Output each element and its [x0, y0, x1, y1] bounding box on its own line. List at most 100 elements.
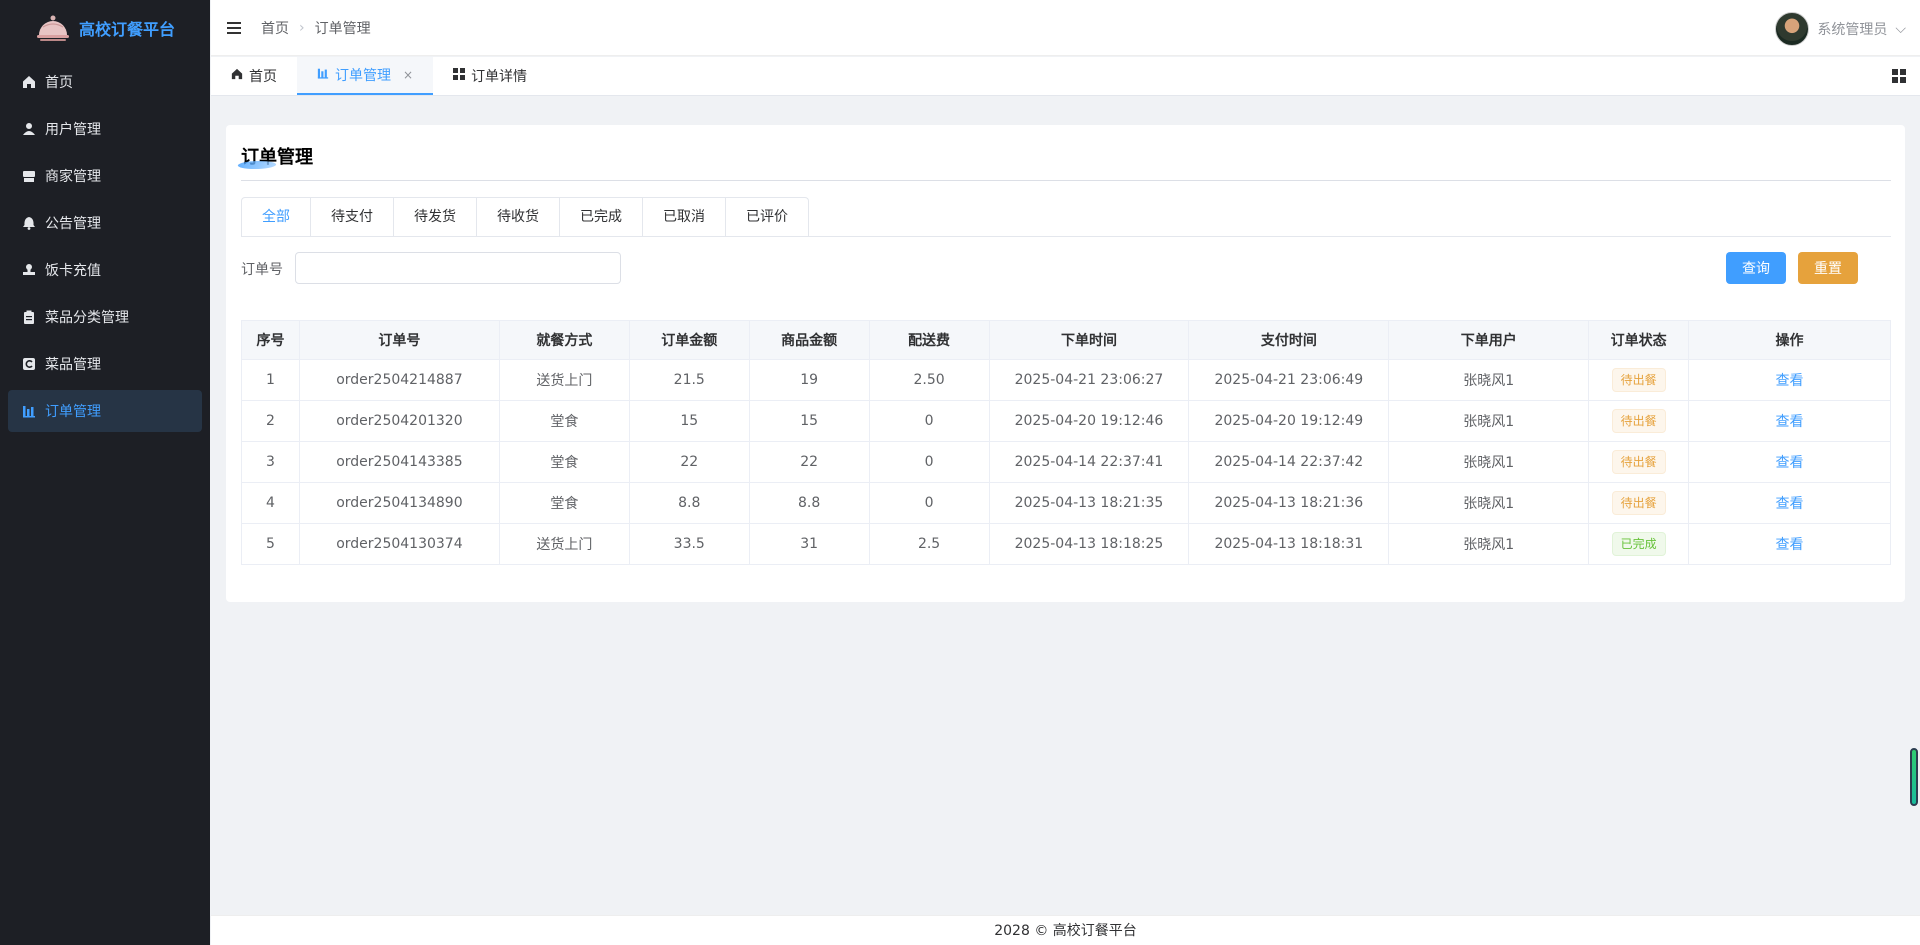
floating-scroll-handle[interactable] [1910, 748, 1918, 806]
order-number-input[interactable] [295, 252, 621, 284]
cell-order-time: 2025-04-14 22:37:41 [988, 441, 1190, 483]
table-row: 4 order2504134890 堂食 8.8 8.8 0 2025-04-1… [241, 482, 1891, 524]
logo[interactable]: 高校订餐平台 [0, 0, 210, 56]
view-link[interactable]: 查看 [1776, 537, 1804, 553]
breadcrumb-current: 订单管理 [314, 20, 371, 37]
grid-icon [453, 68, 466, 84]
cell-order-amount: 22 [628, 441, 750, 483]
cell-order-number: order2504130374 [298, 523, 500, 565]
divider [241, 180, 1891, 181]
sidebar-item-users[interactable]: 用户管理 [8, 108, 202, 150]
home-icon [231, 68, 243, 84]
order-number-label: 订单号 [241, 262, 283, 278]
cell-delivery-fee: 0 [868, 441, 990, 483]
view-link[interactable]: 查看 [1776, 414, 1804, 430]
sidebar-item-label: 用户管理 [45, 122, 101, 138]
chevron-right-icon: › [299, 19, 305, 36]
cell-delivery-fee: 0 [868, 482, 990, 524]
query-button[interactable]: 查询 [1726, 252, 1786, 284]
sidebar: 高校订餐平台 首页 用户管理 商家管理 公告管理 饭卡充值 菜品分类管理 菜品管… [0, 0, 210, 945]
cell-pay-time: 2025-04-13 18:21:36 [1188, 482, 1390, 524]
status-tab-reviewed[interactable]: 已评价 [726, 198, 808, 237]
status-tab-cancelled[interactable]: 已取消 [643, 198, 726, 237]
user-menu[interactable]: 系统管理员 ⌵ [1775, 12, 1906, 46]
orders-table: 序号 订单号 就餐方式 订单金额 商品金额 配送费 下单时间 支付时间 下单用户… [241, 320, 1891, 565]
cell-status: 已完成 [1588, 523, 1690, 565]
sidebar-item-label: 饭卡充值 [45, 263, 101, 279]
cell-user: 张晓风1 [1388, 441, 1590, 483]
cell-order-number: order2504201320 [298, 400, 500, 442]
status-badge: 待出餐 [1611, 368, 1666, 392]
cell-dining-method: 堂食 [498, 400, 630, 442]
cell-status: 待出餐 [1588, 359, 1690, 401]
cell-order-amount: 15 [628, 400, 750, 442]
home-icon [21, 74, 37, 90]
cell-user: 张晓风1 [1388, 523, 1590, 565]
cell-action: 查看 [1688, 441, 1891, 483]
close-icon[interactable]: × [403, 68, 413, 82]
food-cloche-icon [36, 15, 69, 41]
cell-delivery-fee: 0 [868, 400, 990, 442]
reset-button[interactable]: 重置 [1798, 252, 1858, 284]
status-tab-all[interactable]: 全部 [242, 198, 311, 237]
column-header: 订单状态 [1588, 320, 1690, 360]
sidebar-item-card-recharge[interactable]: 饭卡充值 [8, 249, 202, 291]
sidebar-item-home[interactable]: 首页 [8, 61, 202, 103]
cell-index: 5 [241, 523, 300, 565]
clipboard-icon [21, 309, 37, 325]
sidebar-item-label: 订单管理 [45, 404, 101, 420]
sidebar-item-merchants[interactable]: 商家管理 [8, 155, 202, 197]
cell-order-number: order2504214887 [298, 359, 500, 401]
sidebar-item-orders[interactable]: 订单管理 [8, 390, 202, 432]
footer: 2028 © 高校订餐平台 [211, 915, 1920, 945]
tab-label: 订单管理 [335, 68, 391, 84]
status-tab-pending-payment[interactable]: 待支付 [311, 198, 394, 237]
tab-label: 首页 [249, 69, 277, 85]
cell-order-number: order2504134890 [298, 482, 500, 524]
hamburger-menu-icon[interactable] [227, 21, 241, 34]
cell-status: 待出餐 [1588, 482, 1690, 524]
bar-chart-icon [317, 67, 329, 83]
cell-pay-time: 2025-04-13 18:18:31 [1188, 523, 1390, 565]
breadcrumb-home[interactable]: 首页 [261, 18, 289, 38]
sidebar-menu: 首页 用户管理 商家管理 公告管理 饭卡充值 菜品分类管理 菜品管理 订单管理 [0, 61, 210, 432]
dish-icon [21, 356, 37, 372]
order-management-card: 订单管理 全部 待支付 待发货 待收货 已完成 已取消 已评价 订单号 查询 重… [226, 125, 1905, 602]
breadcrumb: 首页 › 订单管理 [261, 18, 371, 38]
top-header: 首页 › 订单管理 系统管理员 ⌵ [211, 0, 1920, 56]
grid-menu-icon[interactable] [1892, 69, 1906, 83]
status-tab-pending-receipt[interactable]: 待收货 [477, 198, 560, 237]
cell-order-amount: 8.8 [628, 482, 750, 524]
shop-icon [21, 168, 37, 184]
sidebar-item-announcements[interactable]: 公告管理 [8, 202, 202, 244]
cell-dining-method: 堂食 [498, 441, 630, 483]
cell-order-time: 2025-04-21 23:06:27 [988, 359, 1190, 401]
cell-order-amount: 21.5 [628, 359, 750, 401]
user-name: 系统管理员 [1817, 22, 1888, 38]
cell-status: 待出餐 [1588, 441, 1690, 483]
sidebar-item-dish-categories[interactable]: 菜品分类管理 [8, 296, 202, 338]
status-tabs: 全部 待支付 待发货 待收货 已完成 已取消 已评价 [241, 197, 809, 237]
avatar[interactable] [1775, 12, 1810, 46]
column-header: 下单用户 [1388, 320, 1590, 360]
view-link[interactable]: 查看 [1776, 373, 1804, 389]
table-row: 3 order2504143385 堂食 22 22 0 2025-04-14 … [241, 441, 1891, 483]
tab-order-detail[interactable]: 订单详情 [433, 57, 547, 95]
column-header: 商品金额 [748, 320, 870, 360]
cell-user: 张晓风1 [1388, 400, 1590, 442]
cell-action: 查看 [1688, 400, 1891, 442]
view-link[interactable]: 查看 [1776, 455, 1804, 471]
tabs-bar: 首页 订单管理 × 订单详情 [211, 57, 1920, 96]
cell-status: 待出餐 [1588, 400, 1690, 442]
cell-index: 4 [241, 482, 300, 524]
view-link[interactable]: 查看 [1776, 496, 1804, 512]
status-tab-pending-shipment[interactable]: 待发货 [394, 198, 477, 237]
cell-order-amount: 33.5 [628, 523, 750, 565]
cell-dining-method: 送货上门 [498, 523, 630, 565]
status-tab-completed[interactable]: 已完成 [560, 198, 643, 237]
tab-home[interactable]: 首页 [211, 57, 297, 95]
sidebar-item-dishes[interactable]: 菜品管理 [8, 343, 202, 385]
tab-order-management[interactable]: 订单管理 × [297, 57, 434, 95]
cell-pay-time: 2025-04-20 19:12:49 [1188, 400, 1390, 442]
column-header: 下单时间 [988, 320, 1190, 360]
